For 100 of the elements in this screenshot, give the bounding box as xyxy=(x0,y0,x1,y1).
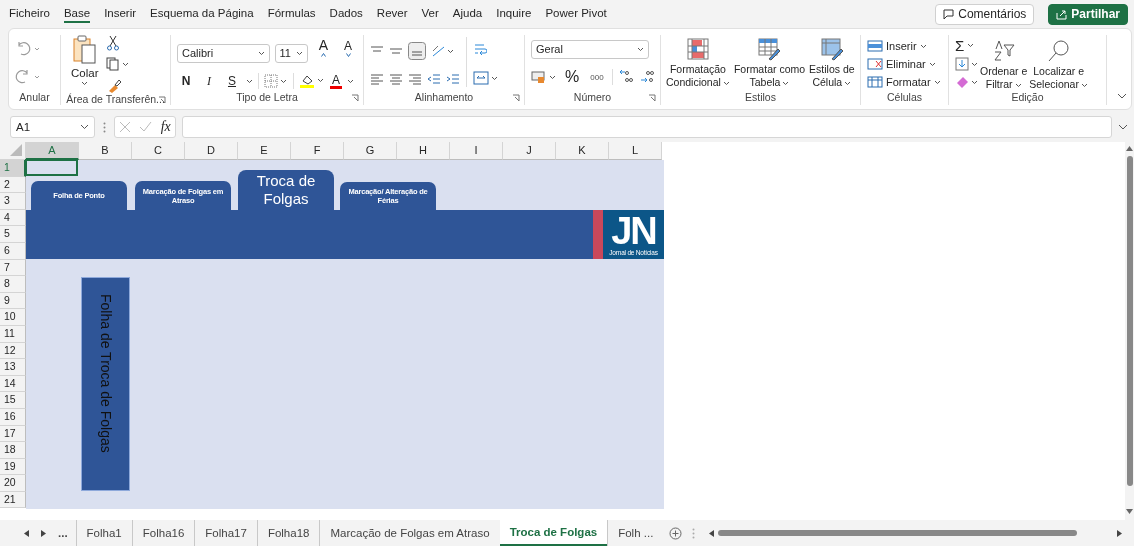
borders-icon[interactable] xyxy=(264,74,288,88)
column-header[interactable]: A xyxy=(26,142,79,160)
cells-button[interactable]: Inserir xyxy=(867,40,927,52)
styles-button[interactable]: Formatar como Tabela xyxy=(732,35,807,89)
row-header[interactable]: 13 xyxy=(0,359,26,376)
autosum-button[interactable]: Σ xyxy=(955,36,979,54)
currency-icon[interactable] xyxy=(531,70,557,85)
more-sheets-button[interactable]: ... xyxy=(58,520,76,546)
menu-tab[interactable]: Fórmulas xyxy=(267,5,316,23)
styles-button[interactable]: Formatação Condicional xyxy=(665,35,731,89)
expand-icon[interactable] xyxy=(1118,124,1128,130)
menu-tab[interactable]: Esquema da Página xyxy=(150,5,254,23)
number-format-dropdown[interactable]: Geral xyxy=(531,39,649,59)
redo-icon[interactable] xyxy=(15,69,41,85)
collapse-ribbon-icon[interactable] xyxy=(1117,93,1127,99)
scroll-down-icon[interactable] xyxy=(1126,509,1133,514)
align-center-icon[interactable] xyxy=(389,72,403,85)
menu-tab[interactable]: Ficheiro xyxy=(9,5,50,23)
decrease-indent-icon[interactable] xyxy=(427,72,441,85)
sheet-tab[interactable]: Folh ... xyxy=(607,520,664,546)
column-header[interactable]: F xyxy=(291,142,344,160)
add-sheet-icon[interactable] xyxy=(669,526,683,540)
fill-down-icon[interactable] xyxy=(955,57,979,72)
menu-tab[interactable]: Power Pivot xyxy=(545,5,607,23)
font-color-button[interactable]: A xyxy=(330,73,342,89)
percent-button[interactable]: % xyxy=(562,68,583,87)
thousands-button[interactable]: 000 xyxy=(587,72,607,82)
menu-tab[interactable]: Inquire xyxy=(496,5,532,23)
menu-tab[interactable]: Ajuda xyxy=(452,5,483,23)
name-box[interactable]: A1 xyxy=(10,116,95,138)
menu-tab[interactable]: Dados xyxy=(329,5,363,23)
scroll-left-icon[interactable] xyxy=(709,529,715,537)
grow-font-button[interactable]: A xyxy=(313,37,334,69)
dialog-launcher-icon[interactable] xyxy=(648,94,656,102)
column-header[interactable]: H xyxy=(397,142,450,160)
copy-icon[interactable] xyxy=(106,57,131,71)
align-left-icon[interactable] xyxy=(370,72,384,85)
sheet-tab[interactable]: Folha18 xyxy=(256,520,320,546)
row-header[interactable]: 3 xyxy=(0,193,26,210)
active-cell[interactable] xyxy=(25,159,78,176)
align-bottom-icon[interactable] xyxy=(408,41,426,60)
orientation-icon[interactable] xyxy=(431,43,455,58)
sheet-tab[interactable]: Folha1 xyxy=(75,520,132,546)
previous-sheet-icon[interactable] xyxy=(24,529,29,537)
dialog-launcher-icon[interactable] xyxy=(351,94,359,102)
dialog-launcher-icon[interactable] xyxy=(158,96,166,104)
sheet-tab[interactable]: Folha16 xyxy=(131,520,195,546)
sheet-nav-tab[interactable]: Troca de Folgas xyxy=(238,170,334,210)
scroll-up-icon[interactable] xyxy=(1126,146,1133,151)
row-header[interactable]: 18 xyxy=(0,442,26,459)
row-header[interactable]: 8 xyxy=(0,276,26,293)
column-header[interactable]: L xyxy=(609,142,662,160)
column-header[interactable]: J xyxy=(503,142,556,160)
comments-button[interactable]: Comentários xyxy=(935,3,1035,25)
share-button[interactable]: Partilhar xyxy=(1048,3,1128,25)
column-header[interactable]: B xyxy=(79,142,132,160)
menu-tab[interactable]: Base xyxy=(63,5,91,23)
column-header[interactable]: I xyxy=(450,142,503,160)
font-style-button[interactable]: I xyxy=(200,73,218,89)
column-header[interactable]: K xyxy=(556,142,609,160)
sheet-tab[interactable]: Folha17 xyxy=(194,520,257,546)
menu-tab[interactable]: Rever xyxy=(376,5,408,23)
dialog-launcher-icon[interactable] xyxy=(512,94,520,102)
align-right-icon[interactable] xyxy=(408,72,422,85)
increase-indent-icon[interactable] xyxy=(446,72,460,85)
check-icon[interactable] xyxy=(139,121,153,133)
column-header[interactable]: C xyxy=(132,142,185,160)
editing-button[interactable]: Localizar e Selecionar xyxy=(1028,35,1089,91)
cells-button[interactable]: Eliminar xyxy=(867,58,936,70)
column-header[interactable]: D xyxy=(185,142,238,160)
column-header[interactable]: G xyxy=(344,142,397,160)
formula-input[interactable] xyxy=(182,116,1112,138)
scroll-right-icon[interactable] xyxy=(1117,529,1122,537)
menu-tab[interactable]: Inserir xyxy=(104,5,137,23)
font-style-button[interactable]: N xyxy=(177,74,195,88)
insert-function-button[interactable]: fx xyxy=(160,119,171,135)
editing-button[interactable]: Ordenar e Filtrar xyxy=(979,35,1029,91)
scissors-icon[interactable] xyxy=(106,35,121,51)
column-header[interactable]: E xyxy=(238,142,291,160)
merge-center-icon[interactable] xyxy=(473,70,499,85)
shrink-font-button[interactable]: A xyxy=(338,39,358,67)
row-header[interactable]: 1 xyxy=(0,160,26,177)
paste-button[interactable]: Colar xyxy=(67,35,103,93)
row-header[interactable]: 5 xyxy=(0,226,26,243)
font-size-dropdown[interactable]: 11 xyxy=(274,43,309,63)
cells-button[interactable]: Formatar xyxy=(867,76,941,88)
row-header[interactable]: 10 xyxy=(0,309,26,326)
cancel-icon[interactable] xyxy=(119,121,132,133)
sheet-tab[interactable]: Marcação de Folgas em Atraso xyxy=(319,520,500,546)
more-icon[interactable] xyxy=(103,121,106,133)
undo-icon[interactable] xyxy=(15,41,41,57)
wrap-text-icon[interactable] xyxy=(473,41,487,58)
next-sheet-icon[interactable] xyxy=(41,529,46,537)
styles-button[interactable]: Estilos de Célula xyxy=(808,35,856,89)
eraser-icon[interactable] xyxy=(955,75,979,90)
fill-color-icon[interactable] xyxy=(299,73,325,89)
sheet-tab[interactable]: Troca de Folgas xyxy=(499,520,608,546)
font-name-dropdown[interactable]: Calibri xyxy=(177,43,270,63)
row-header[interactable]: 15 xyxy=(0,392,26,409)
row-header[interactable]: 20 xyxy=(0,475,26,492)
